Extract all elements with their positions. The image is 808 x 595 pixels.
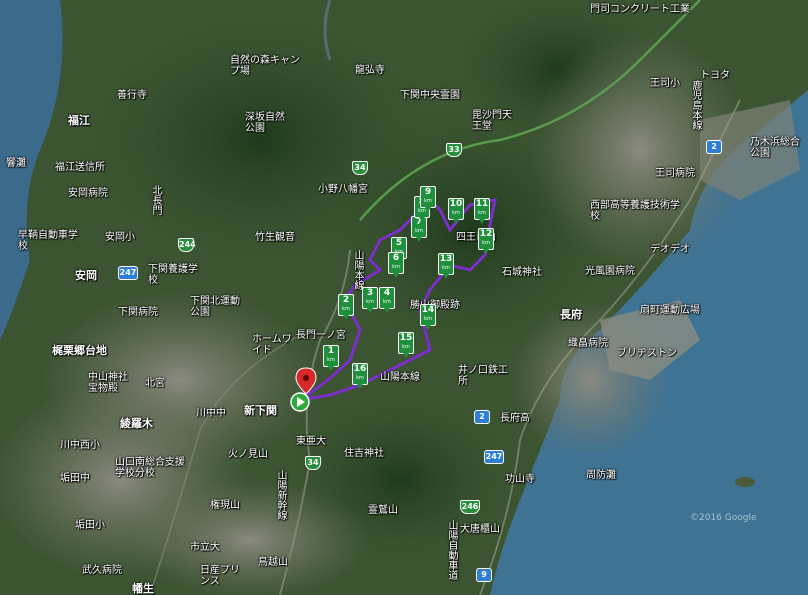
- route-shield: 9: [476, 568, 492, 582]
- route-shield: 34: [352, 161, 368, 175]
- place-label: 大唐櫃山: [460, 524, 500, 535]
- place-label: 山陽新幹線: [275, 470, 286, 520]
- place-label: 霊鷲山: [368, 505, 398, 516]
- place-label: 安岡小: [105, 232, 135, 243]
- km-marker[interactable]: 15 km: [398, 332, 414, 358]
- place-label: 住吉神社: [344, 448, 384, 459]
- place-label: 下関病院: [118, 307, 158, 318]
- place-label: 長府高: [500, 413, 530, 424]
- place-label: 安岡病院: [68, 188, 108, 199]
- place-label: 光風園病院: [585, 266, 635, 277]
- km-marker[interactable]: 9 km: [420, 186, 436, 212]
- route-shield: 247: [484, 450, 504, 464]
- place-label: 権現山: [210, 500, 240, 511]
- place-label: 武久病院: [82, 565, 122, 576]
- route-shield: 246: [460, 500, 480, 514]
- place-label: 扇町運動広場: [640, 305, 700, 316]
- place-label: 長府: [560, 308, 582, 321]
- km-marker[interactable]: 12 km: [478, 228, 494, 254]
- place-label: 門司コンクリート工業: [590, 4, 690, 15]
- km-marker[interactable]: 10 km: [448, 198, 464, 224]
- place-label: 火ノ見山: [228, 449, 268, 460]
- route-shield: 2: [706, 140, 722, 154]
- place-label: 石城神社: [502, 267, 542, 278]
- place-label: 乃木浜総合公園: [750, 137, 800, 159]
- place-label: 中山神社宝物殿: [88, 372, 128, 394]
- map-copyright: ©2016 Google: [690, 513, 757, 523]
- place-label: 安岡: [75, 269, 97, 282]
- route-shield: 34: [305, 456, 321, 470]
- place-label: 垢田小: [75, 520, 105, 531]
- place-label: 綾羅木: [120, 417, 153, 430]
- place-label: 毘沙門天王堂: [472, 110, 512, 132]
- place-label: 下関養護学校: [148, 264, 198, 286]
- place-label: 響灘: [6, 158, 26, 169]
- place-label: 自然の森キャンプ場: [230, 55, 300, 77]
- place-label: 梶栗郷台地: [52, 344, 107, 357]
- place-label: 王司病院: [655, 168, 695, 179]
- km-marker[interactable]: 2 km: [338, 294, 354, 320]
- place-label: 新下関: [244, 404, 277, 417]
- place-label: 山陽本線: [380, 372, 420, 383]
- place-label: 北宮: [145, 378, 165, 389]
- place-label: 龍弘寺: [355, 65, 385, 76]
- place-label: ホームワイド: [252, 334, 292, 356]
- place-label: 川中中: [196, 408, 226, 419]
- place-label: 長門一ノ宮: [296, 330, 346, 341]
- km-marker[interactable]: 6 km: [388, 252, 404, 278]
- place-label: 竹生観音: [255, 232, 295, 243]
- km-marker[interactable]: 16 km: [352, 363, 368, 389]
- place-label: 幡生: [132, 582, 154, 595]
- place-label: 市立大: [190, 542, 220, 553]
- place-label: 山陽本線: [352, 250, 363, 290]
- place-label: 鹿児島本線: [690, 80, 701, 130]
- km-marker[interactable]: 1 km: [323, 345, 339, 371]
- place-label: 小野八幡宮: [318, 184, 368, 195]
- place-label: 山陽自動車道: [446, 520, 457, 580]
- place-label: 西部高等養護技術学校: [590, 200, 680, 222]
- km-marker[interactable]: 14 km: [420, 304, 436, 330]
- place-label: 織畠病院: [568, 338, 608, 349]
- place-label: 王司小: [650, 78, 680, 89]
- km-marker[interactable]: 13 km: [438, 253, 454, 279]
- place-label: デオデオ: [650, 244, 690, 255]
- place-label: 鳥越山: [258, 557, 288, 568]
- place-label: ブリヂストン: [617, 348, 677, 359]
- route-shield: 247: [118, 266, 138, 280]
- place-label: 善行寺: [117, 90, 147, 101]
- place-label: 功山寺: [505, 474, 535, 485]
- route-shield: 2: [474, 410, 490, 424]
- km-marker[interactable]: 4 km: [379, 287, 395, 313]
- place-label: 早鞆自動車学校: [18, 230, 78, 252]
- place-label: 下関中央霊園: [400, 90, 460, 101]
- place-label: 川中西小: [60, 440, 100, 451]
- route-shield: 244: [178, 238, 196, 252]
- km-marker[interactable]: 11 km: [474, 198, 490, 224]
- place-label: 東亜大: [296, 436, 326, 447]
- place-label: 山口南総合支援学校分校: [115, 457, 185, 479]
- place-label: 福江送信所: [55, 162, 105, 173]
- place-label: 深坂自然公園: [245, 112, 285, 134]
- place-label: 井ノ口鉄工所: [458, 365, 508, 387]
- place-label: 垢田中: [60, 473, 90, 484]
- place-label: 北長門: [150, 185, 161, 215]
- km-marker[interactable]: 3 km: [362, 287, 378, 313]
- route-shield: 33: [446, 143, 462, 157]
- place-label: 福江: [68, 114, 90, 127]
- place-label: 日産プリンス: [200, 565, 240, 587]
- place-label: 下関北運動公園: [190, 296, 240, 318]
- start-pin[interactable]: [290, 392, 310, 412]
- place-label: 周防灘: [586, 470, 616, 481]
- place-label: トヨタ: [700, 70, 730, 81]
